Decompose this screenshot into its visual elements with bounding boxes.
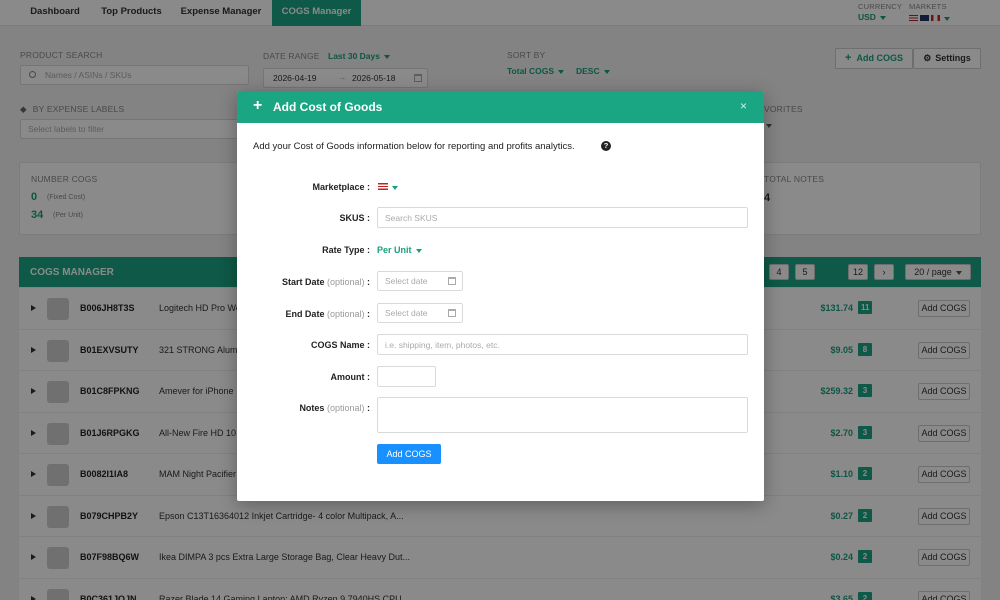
plus-icon: +: [253, 97, 263, 114]
start-date-placeholder: Select date: [385, 276, 428, 286]
marketplace-label: Marketplace :: [312, 182, 370, 192]
start-date-label: Start Date (optional) :: [281, 277, 370, 287]
marketplace-select[interactable]: [378, 182, 398, 192]
chevron-down-icon: [392, 185, 398, 190]
skus-label-text: SKUS: [339, 213, 365, 223]
notes-textarea[interactable]: [377, 397, 748, 433]
cogs-name-input[interactable]: i.e. shipping, item, photos, etc.: [377, 334, 748, 355]
end-date-label-text: End Date: [285, 309, 325, 319]
add-cogs-submit-button[interactable]: Add COGS: [377, 444, 441, 464]
optional-text: (optional): [326, 309, 365, 319]
help-icon[interactable]: ?: [601, 141, 611, 151]
cogs-name-label: COGS Name :: [310, 340, 370, 350]
modal-title: Add Cost of Goods: [273, 100, 383, 114]
chevron-down-icon: [415, 248, 422, 253]
us-flag-icon: [378, 183, 388, 190]
optional-text: (optional): [326, 403, 365, 413]
marketplace-label-text: Marketplace: [312, 182, 365, 192]
amount-label: Amount :: [330, 372, 371, 382]
skus-label: SKUS :: [339, 213, 370, 223]
cogs-name-placeholder: i.e. shipping, item, photos, etc.: [385, 340, 500, 350]
skus-search-input[interactable]: Search SKUS: [377, 207, 748, 228]
amount-input[interactable]: [377, 366, 436, 387]
optional-text: (optional): [326, 277, 365, 287]
amount-label-text: Amount: [330, 372, 365, 382]
close-icon[interactable]: ×: [740, 99, 747, 113]
rate-type-label-text: Rate Type: [322, 245, 365, 255]
add-cogs-modal: + Add Cost of Goods × Add your Cost of G…: [237, 91, 764, 501]
calendar-icon: [448, 309, 456, 317]
cogs-name-label-text: COGS Name: [310, 340, 365, 350]
end-date-picker[interactable]: Select date: [377, 303, 463, 323]
calendar-icon: [448, 277, 456, 285]
start-date-picker[interactable]: Select date: [377, 271, 463, 291]
skus-placeholder: Search SKUS: [385, 213, 438, 223]
start-date-label-text: Start Date: [281, 277, 325, 287]
modal-header: + Add Cost of Goods ×: [237, 91, 764, 123]
notes-label: Notes (optional) :: [299, 403, 370, 413]
rate-type-select[interactable]: Per Unit: [377, 245, 422, 255]
modal-intro: Add your Cost of Goods information below…: [253, 141, 575, 152]
rate-type-label: Rate Type :: [322, 245, 370, 255]
end-date-placeholder: Select date: [385, 308, 428, 318]
rate-type-value: Per Unit: [377, 245, 412, 255]
end-date-label: End Date (optional) :: [285, 309, 370, 319]
notes-label-text: Notes: [299, 403, 325, 413]
